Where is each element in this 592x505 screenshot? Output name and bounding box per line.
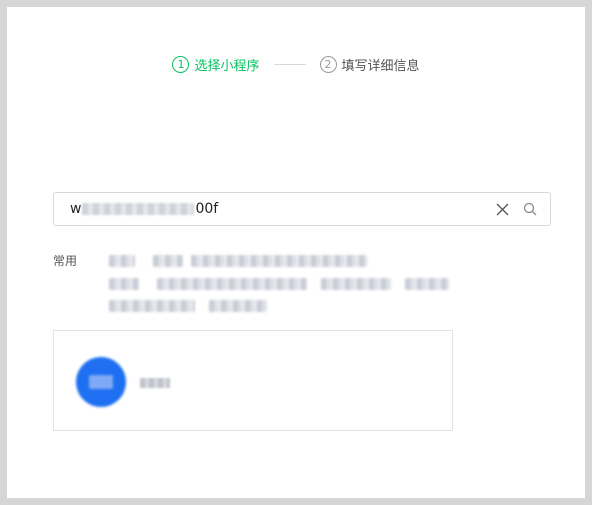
step-2: 2 填写详细信息 (319, 55, 420, 74)
step-indicator: 1 选择小程序 2 填写详细信息 (7, 55, 585, 74)
step-2-number: 2 (319, 56, 337, 73)
step-2-label: 填写详细信息 (341, 59, 420, 74)
common-item[interactable] (405, 278, 449, 290)
common-label: 常用 (53, 254, 78, 268)
common-item[interactable] (321, 278, 391, 290)
dialog-panel: 1 选择小程序 2 填写详细信息 w 00f 常用 (7, 7, 585, 498)
search-input[interactable]: w 00f (54, 201, 494, 217)
mini-program-result-card[interactable] (53, 330, 453, 431)
common-item[interactable] (157, 278, 307, 290)
common-item[interactable] (109, 300, 195, 312)
common-item[interactable] (191, 255, 367, 267)
common-item[interactable] (153, 255, 183, 267)
common-item[interactable] (109, 255, 135, 267)
common-section: 常用 (53, 249, 551, 319)
step-1: 1 选择小程序 (172, 55, 260, 74)
search-value-suffix: 00f (195, 201, 219, 217)
step-divider (273, 64, 306, 65)
search-box[interactable]: w 00f (53, 192, 551, 226)
close-icon[interactable] (494, 201, 510, 217)
search-value-redacted (82, 203, 195, 215)
avatar-logo-mark (89, 375, 113, 389)
common-item[interactable] (209, 300, 267, 312)
step-1-label: 选择小程序 (194, 59, 260, 74)
search-value-prefix: w (70, 201, 82, 217)
common-item[interactable] (109, 278, 139, 290)
mini-program-avatar (76, 357, 126, 407)
search-icon[interactable] (522, 201, 538, 217)
mini-program-name-redacted (140, 378, 170, 388)
step-1-number: 1 (172, 56, 190, 73)
